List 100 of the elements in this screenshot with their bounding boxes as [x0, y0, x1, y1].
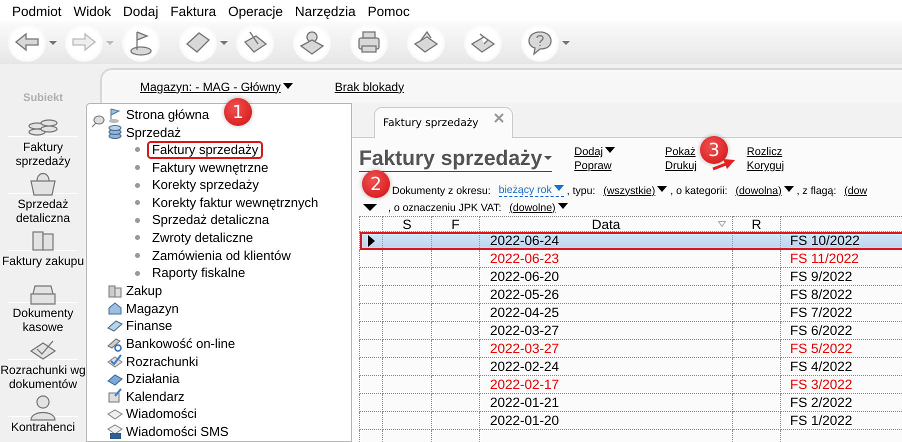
toolbar-button[interactable]: [8, 24, 57, 62]
tab[interactable]: Faktury sprzedaży: [374, 107, 514, 138]
tree-item[interactable]: Zwroty detaliczne: [147, 228, 258, 247]
caret-icon: [544, 156, 552, 160]
annotation-arrow: [712, 159, 735, 170]
boxes-icon: [107, 282, 123, 299]
filter-dropdown[interactable]: (dowolna): [735, 184, 794, 196]
filter-label: Dokumenty z okresu:: [392, 184, 491, 196]
table-cell: 2022-05-26: [480, 286, 732, 304]
bullet-icon: [135, 253, 140, 258]
table-cell: 2022-03-27: [480, 322, 732, 340]
row-pointer-icon: [368, 234, 375, 246]
logo: Subiekt: [23, 92, 63, 106]
menu-item[interactable]: Pomoc: [362, 4, 416, 18]
filter-dropdown[interactable]: (dowolne): [509, 202, 568, 214]
flag-icon: [107, 106, 123, 123]
lock-link[interactable]: Brak blokady: [334, 80, 404, 94]
table-row[interactable]: 2022-06-23 FS 11/2022: [360, 250, 902, 268]
action-link[interactable]: Pokaż: [665, 146, 697, 158]
coins-icon: [107, 124, 123, 140]
table-cell: 2022-06-20: [480, 268, 732, 286]
menu-item[interactable]: Narzędzia: [288, 4, 362, 18]
bullet-icon: [135, 270, 140, 276]
table-cell: 2022-06-23: [480, 250, 732, 268]
menu-item[interactable]: Podmiot: [6, 4, 68, 18]
table-row[interactable]: 2022-03-27 FS 6/2022: [360, 322, 902, 340]
tree-item[interactable]: Wiadomości: [107, 405, 197, 423]
tree-item[interactable]: Strona główna: [107, 106, 210, 124]
filter-label: , o kategorii:: [670, 184, 728, 196]
caret-icon: [282, 82, 293, 88]
filter-label: , typu:: [566, 184, 596, 196]
sidebar-item[interactable]: Sprzedaż detaliczna: [0, 167, 86, 224]
caret-icon: [220, 41, 228, 45]
bullet-icon: [135, 200, 140, 206]
bullet-icon: [135, 218, 140, 223]
expand-icon[interactable]: [363, 204, 377, 211]
table-cell: 2022-02-24: [480, 358, 732, 376]
tree-item[interactable]: Magazyn: [107, 300, 179, 318]
sidebar-item[interactable]: Faktury sprzedaży: [0, 110, 86, 168]
tree-item[interactable]: Bankowość on-line: [107, 334, 236, 352]
tree-item[interactable]: Faktury wewnętrzne: [147, 158, 274, 177]
action-link[interactable]: Dodaj: [574, 146, 615, 158]
sidebar-item[interactable]: Kontrahenci: [0, 390, 86, 442]
action-link[interactable]: Popraw: [574, 160, 615, 172]
tree-item[interactable]: Kalendarz: [107, 388, 185, 406]
sidebar-item[interactable]: Rozrachunki wg dokumentów: [0, 333, 86, 390]
tree-item[interactable]: Faktury sprzedaży: [147, 140, 264, 159]
action-link[interactable]: Drukuj: [665, 160, 697, 172]
toolbar-button[interactable]: [521, 24, 570, 62]
tree-item[interactable]: Działania: [107, 370, 180, 388]
house-icon: [107, 300, 123, 316]
menu-item[interactable]: Dodaj: [117, 4, 164, 18]
menu-item[interactable]: Operacje: [222, 4, 289, 18]
caret-icon: [784, 186, 794, 192]
tree-item[interactable]: Sprzedaż detaliczna: [147, 211, 274, 230]
table-row[interactable]: 2022-03-27 FS 5/2022: [360, 340, 902, 358]
tree-item[interactable]: Sprzedaż: [107, 124, 181, 142]
tree-item[interactable]: Zakup: [107, 282, 162, 300]
bullet-icon: [135, 182, 140, 188]
checkmark-icon: [107, 353, 123, 370]
action-link[interactable]: Rozlicz: [746, 146, 784, 158]
table-row[interactable]: 2022-01-21 FS 2/2022: [360, 394, 902, 412]
warehouse-dropdown[interactable]: Magazyn: - MAG - Główny: [140, 80, 293, 94]
table-row[interactable]: 2022-06-20 FS 9/2022: [360, 268, 902, 286]
filter-dropdown[interactable]: bieżący rok: [498, 184, 564, 197]
toolbar-button[interactable]: [179, 24, 228, 62]
tree-item[interactable]: Raporty fiskalne: [147, 264, 250, 282]
tree-item[interactable]: Korekty sprzedaży: [147, 176, 264, 194]
table-cell: 2022-01-20: [480, 412, 732, 430]
menu-item[interactable]: Widok: [68, 4, 118, 18]
caret-icon: [554, 185, 564, 191]
sort-icon: [718, 221, 726, 227]
filter-dropdown[interactable]: (wszystkie): [603, 184, 668, 196]
caret-icon: [605, 147, 615, 153]
tree-item[interactable]: Rozrachunki: [107, 352, 198, 370]
table-cell: 2022-03-27: [480, 340, 732, 358]
filter-dropdown[interactable]: (dow: [844, 184, 868, 196]
table-cell: 2022-04-25: [480, 304, 732, 322]
menu-item[interactable]: Faktura: [164, 4, 222, 18]
close-icon: [494, 113, 504, 123]
table-row[interactable]: 2022-02-24 FS 4/2022: [360, 358, 902, 376]
action-link[interactable]: Koryguj: [746, 160, 784, 172]
tree-item[interactable]: Finanse: [107, 317, 172, 335]
caret-icon: [562, 41, 570, 45]
table-row[interactable]: 2022-04-25 FS 7/2022: [360, 304, 902, 322]
table-row[interactable]: 2022-02-17 FS 3/2022: [360, 376, 902, 394]
tree-item[interactable]: Korekty faktur wewnętrznych: [147, 194, 324, 212]
tree-item[interactable]: Wiadomości SMS: [107, 422, 229, 440]
filter-label: , o oznaczeniu JPK VAT:: [388, 202, 502, 214]
table-row[interactable]: 2022-06-24 FS 10/2022: [360, 232, 902, 250]
table-row[interactable]: 2022-05-26 FS 8/2022: [360, 286, 902, 304]
tree-item[interactable]: Zamówienia od klientów: [147, 246, 296, 265]
sidebar-item[interactable]: Faktury zakupu: [0, 224, 86, 276]
bullet-icon: [135, 165, 140, 170]
sidebar-item[interactable]: Dokumenty kasowe: [0, 276, 86, 334]
table-cell: 2022-02-17: [480, 376, 732, 394]
bullet-icon: [135, 147, 140, 152]
table-cell: 2022-01-21: [480, 394, 732, 412]
caret-icon: [558, 202, 568, 208]
table-row[interactable]: 2022-01-20 FS 1/2022: [360, 412, 902, 430]
